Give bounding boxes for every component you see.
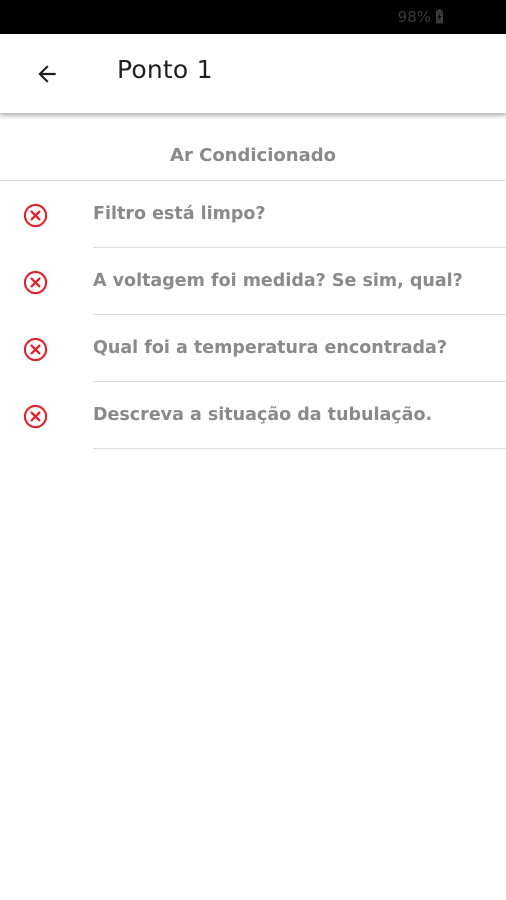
app-bar: Ponto 1 <box>0 34 506 113</box>
back-button[interactable] <box>22 54 74 94</box>
divider <box>93 448 506 449</box>
battery-percentage: 98% <box>397 8 431 26</box>
item-label: A voltagem foi medida? Se sim, qual? <box>93 271 463 291</box>
item-label: Descreva a situação da tubulação. <box>93 405 433 425</box>
checklist: Filtro está limpo? A voltagem foi medida… <box>0 181 506 449</box>
close-circle-icon <box>23 337 48 362</box>
status-bar: 98% <box>0 0 506 34</box>
battery-charging-icon <box>436 9 443 24</box>
list-item[interactable]: A voltagem foi medida? Se sim, qual? <box>0 248 506 315</box>
section-title: Ar Condicionado <box>170 145 336 166</box>
page-title: Ponto 1 <box>117 55 213 84</box>
close-circle-icon <box>23 270 48 295</box>
close-circle-icon <box>23 404 48 429</box>
arrow-left-icon <box>38 65 56 83</box>
section-header: Ar Condicionado <box>0 113 506 181</box>
list-item[interactable]: Descreva a situação da tubulação. <box>0 382 506 449</box>
item-label: Filtro está limpo? <box>93 204 266 224</box>
list-item[interactable]: Filtro está limpo? <box>0 181 506 248</box>
list-item[interactable]: Qual foi a temperatura encontrada? <box>0 315 506 382</box>
item-label: Qual foi a temperatura encontrada? <box>93 338 447 358</box>
close-circle-icon <box>23 203 48 228</box>
